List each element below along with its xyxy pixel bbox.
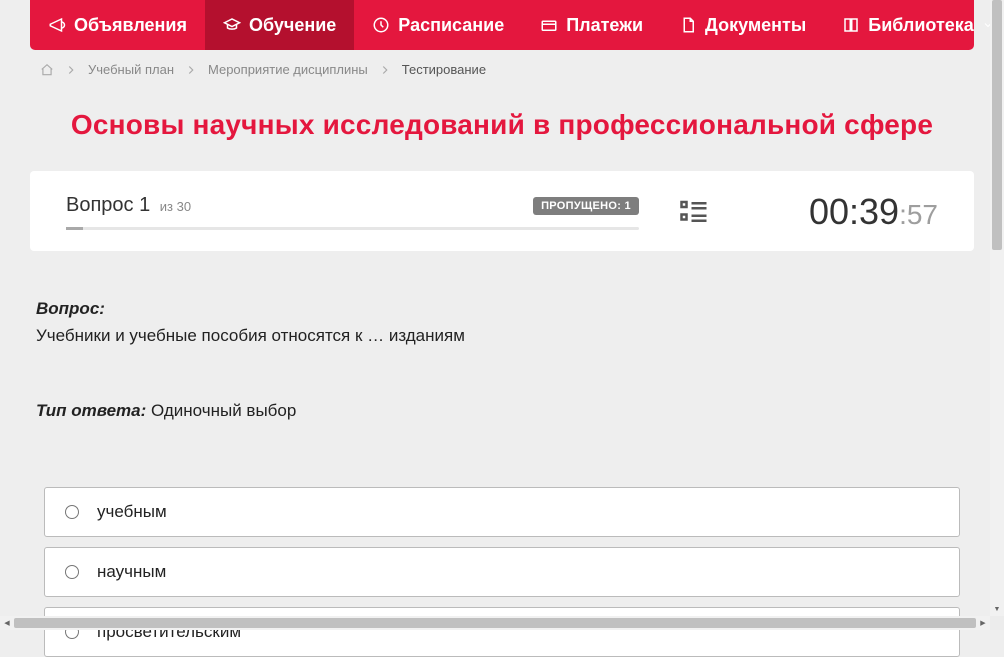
nav-announcements[interactable]: Объявления (30, 0, 205, 50)
scroll-thumb[interactable] (14, 618, 976, 628)
nav-library[interactable]: Библиотека (824, 0, 1004, 50)
library-icon (842, 16, 860, 34)
breadcrumb-link[interactable]: Мероприятие дисциплины (208, 62, 368, 77)
breadcrumb: Учебный план Мероприятие дисциплины Тест… (30, 50, 974, 89)
question-panel: Вопрос 1 из 30 ПРОПУЩЕНО: 1 00:39:57 (30, 171, 974, 251)
chevron-right-icon (64, 63, 78, 77)
nav-education[interactable]: Обучение (205, 0, 354, 50)
chevron-right-icon (184, 63, 198, 77)
answer-text: научным (97, 562, 166, 582)
nav-payments[interactable]: Платежи (522, 0, 661, 50)
vertical-scrollbar[interactable]: ▲ ▼ (990, 0, 1004, 616)
schedule-icon (372, 16, 390, 34)
answer-option[interactable]: учебным (44, 487, 960, 537)
nav-label: Расписание (398, 15, 504, 36)
answer-option[interactable]: просветительским (44, 607, 960, 657)
main-nav: Объявления Обучение Расписание Платежи Д… (30, 0, 974, 50)
question-text: Учебники и учебные пособия относятся к …… (36, 323, 968, 349)
horizontal-scrollbar[interactable]: ◀ ▶ (0, 616, 990, 630)
nav-documents[interactable]: Документы (661, 0, 824, 50)
scroll-down-arrow[interactable]: ▼ (990, 602, 1004, 616)
nav-schedule[interactable]: Расписание (354, 0, 522, 50)
timer: 00:39:57 (809, 191, 938, 233)
nav-label: Библиотека (868, 15, 974, 36)
education-icon (223, 16, 241, 34)
nav-label: Платежи (566, 15, 643, 36)
nav-label: Объявления (74, 15, 187, 36)
nav-label: Обучение (249, 15, 336, 36)
chevron-right-icon (378, 63, 392, 77)
breadcrumb-current: Тестирование (402, 62, 486, 77)
progress-bar (66, 227, 639, 230)
scroll-corner (990, 616, 1004, 630)
payments-icon (540, 16, 558, 34)
question-content: Вопрос: Учебники и учебные пособия относ… (30, 251, 974, 657)
answer-type: Тип ответа: Одиночный выбор (36, 401, 968, 421)
answer-text: учебным (97, 502, 167, 522)
documents-icon (679, 16, 697, 34)
scroll-thumb[interactable] (992, 0, 1002, 250)
nav-label: Документы (705, 15, 806, 36)
scroll-right-arrow[interactable]: ▶ (976, 616, 990, 630)
breadcrumb-link[interactable]: Учебный план (88, 62, 174, 77)
question-list-button[interactable] (679, 197, 709, 227)
answer-radio[interactable] (65, 565, 79, 579)
skipped-badge: ПРОПУЩЕНО: 1 (533, 197, 639, 215)
question-label: Вопрос: (36, 299, 968, 319)
scroll-left-arrow[interactable]: ◀ (0, 616, 14, 630)
home-icon[interactable] (40, 63, 54, 77)
page-title: Основы научных исследований в профессион… (30, 109, 974, 141)
answer-radio[interactable] (65, 505, 79, 519)
announce-icon (48, 16, 66, 34)
answer-option[interactable]: научным (44, 547, 960, 597)
answers-list: учебным научным просветительским (36, 487, 968, 657)
question-counter: Вопрос 1 из 30 (66, 194, 191, 217)
